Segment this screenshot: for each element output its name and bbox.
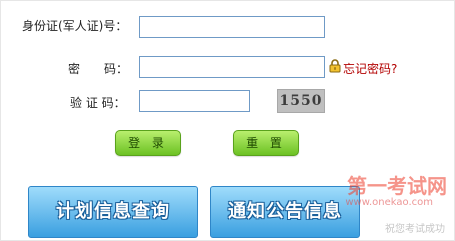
login-button[interactable]: 登 录 xyxy=(115,130,181,156)
plan-query-button[interactable]: 计划信息查询 xyxy=(28,186,198,238)
captcha-label: 验 证 码： xyxy=(70,96,126,110)
watermark-logo: 第一考试网 xyxy=(347,174,447,198)
forgot-password-link[interactable]: 忘记密码? xyxy=(343,60,397,77)
password-label: 密 码： xyxy=(68,62,129,76)
lock-icon xyxy=(329,59,341,73)
watermark-url: www.onekao.com xyxy=(345,197,433,208)
reset-button[interactable]: 重 置 xyxy=(233,130,299,156)
id-number-label: 身份证(军人证)号： xyxy=(22,19,128,33)
id-number-input[interactable] xyxy=(139,16,325,38)
password-input[interactable] xyxy=(139,56,325,78)
captcha-input[interactable] xyxy=(139,90,250,112)
captcha-image[interactable]: 1550 xyxy=(277,89,325,113)
watermark-slogan: 祝您考试成功 xyxy=(385,224,445,235)
notice-info-button[interactable]: 通知公告信息 xyxy=(210,186,360,238)
